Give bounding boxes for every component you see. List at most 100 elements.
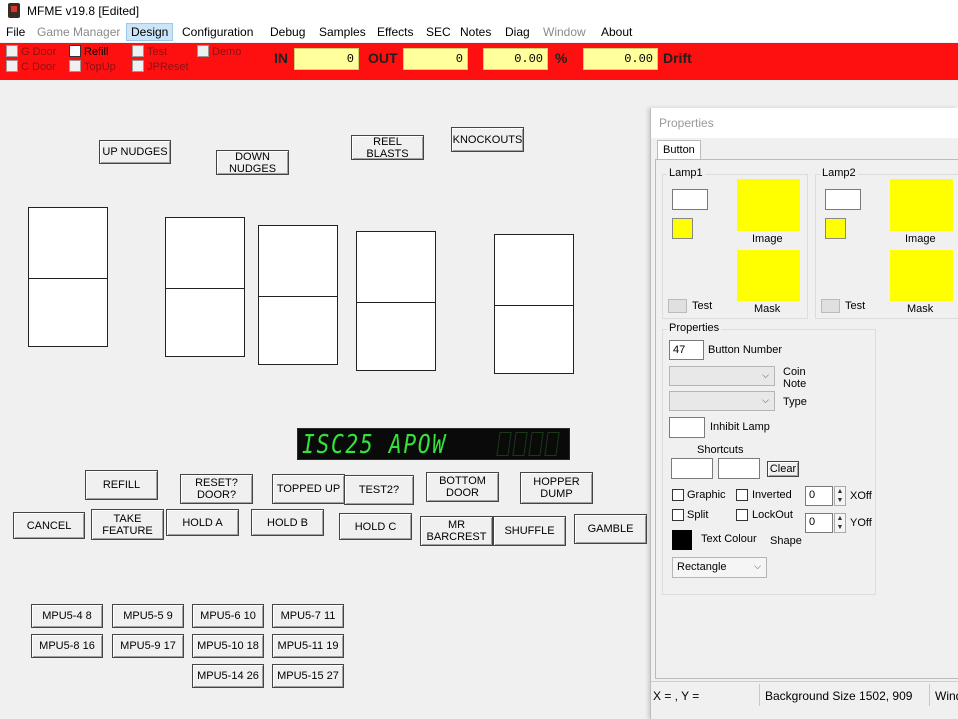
lamp2-test-toggle[interactable]	[821, 299, 840, 313]
mpu-button[interactable]: MPU5-10 18	[192, 634, 264, 658]
mpu-button[interactable]: MPU5-7 11	[272, 604, 344, 628]
xoff-input[interactable]: 0	[805, 486, 833, 506]
xoff-label: XOff	[850, 490, 872, 502]
drift-label: Drift	[663, 50, 692, 66]
button-number-label: Button Number	[708, 344, 782, 356]
status-bar: X = , Y = Background Size 1502, 909 Wind	[651, 681, 958, 719]
bottom-door-button[interactable]: BOTTOM DOOR	[426, 472, 499, 502]
hold-c-button[interactable]: HOLD C	[339, 513, 412, 540]
hold-a-button[interactable]: HOLD A	[166, 509, 239, 536]
lamp2-number-field[interactable]	[825, 189, 861, 210]
lamp1-test-toggle[interactable]	[668, 299, 687, 313]
topped-up-button[interactable]: TOPPED UP	[272, 474, 345, 504]
coin-note-select[interactable]: ⌵	[669, 366, 775, 386]
lamp2-colour-swatch[interactable]	[825, 218, 846, 239]
lamp1-number-field[interactable]	[672, 189, 708, 210]
menu-effects[interactable]: Effects	[373, 23, 417, 41]
lamp2-mask[interactable]	[890, 250, 953, 301]
lamp1-label: Lamp1	[667, 167, 705, 179]
menu-debug[interactable]: Debug	[266, 23, 309, 41]
inverted-checkbox[interactable]	[736, 489, 748, 501]
yoff-input[interactable]: 0	[805, 513, 833, 533]
xoff-spinner[interactable]: ▲ ▼	[834, 486, 846, 506]
checkbox-g-door[interactable]: G Door	[6, 45, 56, 59]
mpu-button[interactable]: MPU5-4 8	[31, 604, 103, 628]
checkbox-topup[interactable]: TopUp	[69, 60, 116, 74]
note-label: Note	[783, 378, 807, 390]
mpu-button[interactable]: MPU5-6 10	[192, 604, 264, 628]
inverted-label: Inverted	[752, 489, 792, 501]
reel-5	[494, 234, 574, 374]
mpu-button[interactable]: MPU5-15 27	[272, 664, 344, 688]
inhibit-lamp-field[interactable]	[669, 417, 705, 438]
hold-b-button[interactable]: HOLD B	[251, 509, 324, 536]
lamp1-colour-swatch[interactable]	[672, 218, 693, 239]
up-nudges-button[interactable]: UP NUDGES	[99, 140, 171, 164]
reel-4	[356, 231, 436, 371]
lamp1-test-label: Test	[692, 300, 713, 312]
mpu-button[interactable]: MPU5-11 19	[272, 634, 344, 658]
properties-panel: Properties Button Lamp1 Image Mask Test …	[650, 108, 958, 719]
reel-blasts-button[interactable]: REEL BLASTS	[351, 135, 424, 160]
knockouts-button[interactable]: KNOCKOUTS	[451, 127, 524, 152]
type-select[interactable]: ⌵	[669, 391, 775, 411]
shortcut-1-field[interactable]	[671, 458, 713, 479]
out-meter: 0	[403, 48, 468, 70]
shape-select[interactable]: Rectangle ⌵	[672, 557, 767, 578]
split-checkbox[interactable]	[672, 509, 684, 521]
lamp2-group: Lamp2 Image Mask Test	[815, 167, 958, 319]
mpu-button[interactable]: MPU5-8 16	[31, 634, 103, 658]
lamp2-image[interactable]	[890, 179, 953, 231]
menu-design[interactable]: Design	[126, 23, 174, 41]
shuffle-button[interactable]: SHUFFLE	[493, 516, 566, 546]
mpu-button[interactable]: MPU5-14 26	[192, 664, 264, 688]
menu-notes[interactable]: Notes	[456, 23, 495, 41]
menu-configuration[interactable]: Configuration	[178, 23, 257, 41]
lamp2-mask-label: Mask	[907, 303, 934, 315]
menu-samples[interactable]: Samples	[315, 23, 370, 41]
button-properties-label: Properties	[667, 322, 722, 334]
tab-button[interactable]: Button	[657, 140, 701, 160]
coin-label: Coin	[783, 366, 806, 378]
lamp1-image[interactable]	[737, 179, 800, 231]
shortcut-2-field[interactable]	[718, 458, 760, 479]
checkbox-demo[interactable]: Demo	[197, 45, 241, 59]
menu-diag[interactable]: Diag	[501, 23, 534, 41]
menu-sec[interactable]: SEC	[422, 23, 455, 41]
checkbox-c-door[interactable]: C Door	[6, 60, 56, 74]
segment-display-text: ISC25 APOW	[302, 430, 447, 460]
menu-window[interactable]: Window	[539, 23, 590, 41]
mpu-button[interactable]: MPU5-5 9	[112, 604, 184, 628]
graphic-checkbox[interactable]	[672, 489, 684, 501]
text-colour-label: Text Colour	[701, 533, 757, 545]
button-properties-group: Properties 47 Button Number ⌵ Coin Note …	[662, 322, 876, 595]
text-colour-swatch[interactable]	[672, 530, 692, 550]
reel-1	[28, 207, 108, 347]
checkbox-jpreset[interactable]: JPReset	[132, 60, 189, 74]
mpu-button[interactable]: MPU5-9 17	[112, 634, 184, 658]
menu-bar: File Game Manager Design Configuration D…	[0, 22, 958, 42]
lamp1-mask[interactable]	[737, 250, 800, 301]
lamp2-test-label: Test	[845, 300, 866, 312]
lockout-label: LockOut	[752, 509, 793, 521]
cancel-button[interactable]: CANCEL	[13, 512, 85, 539]
percent-label: %	[555, 50, 568, 66]
button-number-field[interactable]: 47	[669, 340, 704, 360]
menu-about[interactable]: About	[597, 23, 636, 41]
hopper-dump-button[interactable]: HOPPER DUMP	[520, 472, 593, 504]
lockout-checkbox[interactable]	[736, 509, 748, 521]
take-feature-button[interactable]: TAKE FEATURE	[91, 509, 164, 540]
clear-shortcuts-button[interactable]: Clear	[767, 461, 799, 477]
mr-barcrest-button[interactable]: MR BARCREST	[420, 516, 493, 546]
menu-game-manager[interactable]: Game Manager	[33, 23, 124, 41]
yoff-spinner[interactable]: ▲ ▼	[834, 513, 846, 533]
menu-file[interactable]: File	[2, 23, 29, 41]
checkbox-test[interactable]: Test	[132, 45, 167, 59]
refill-button[interactable]: REFILL	[85, 470, 158, 500]
reset-door-button[interactable]: RESET? DOOR?	[180, 474, 253, 504]
graphic-label: Graphic	[687, 489, 726, 501]
test2-button[interactable]: TEST2?	[344, 475, 414, 505]
checkbox-refill[interactable]: Refill	[69, 45, 108, 59]
down-nudges-button[interactable]: DOWN NUDGES	[216, 150, 289, 175]
gamble-button[interactable]: GAMBLE	[574, 514, 647, 544]
